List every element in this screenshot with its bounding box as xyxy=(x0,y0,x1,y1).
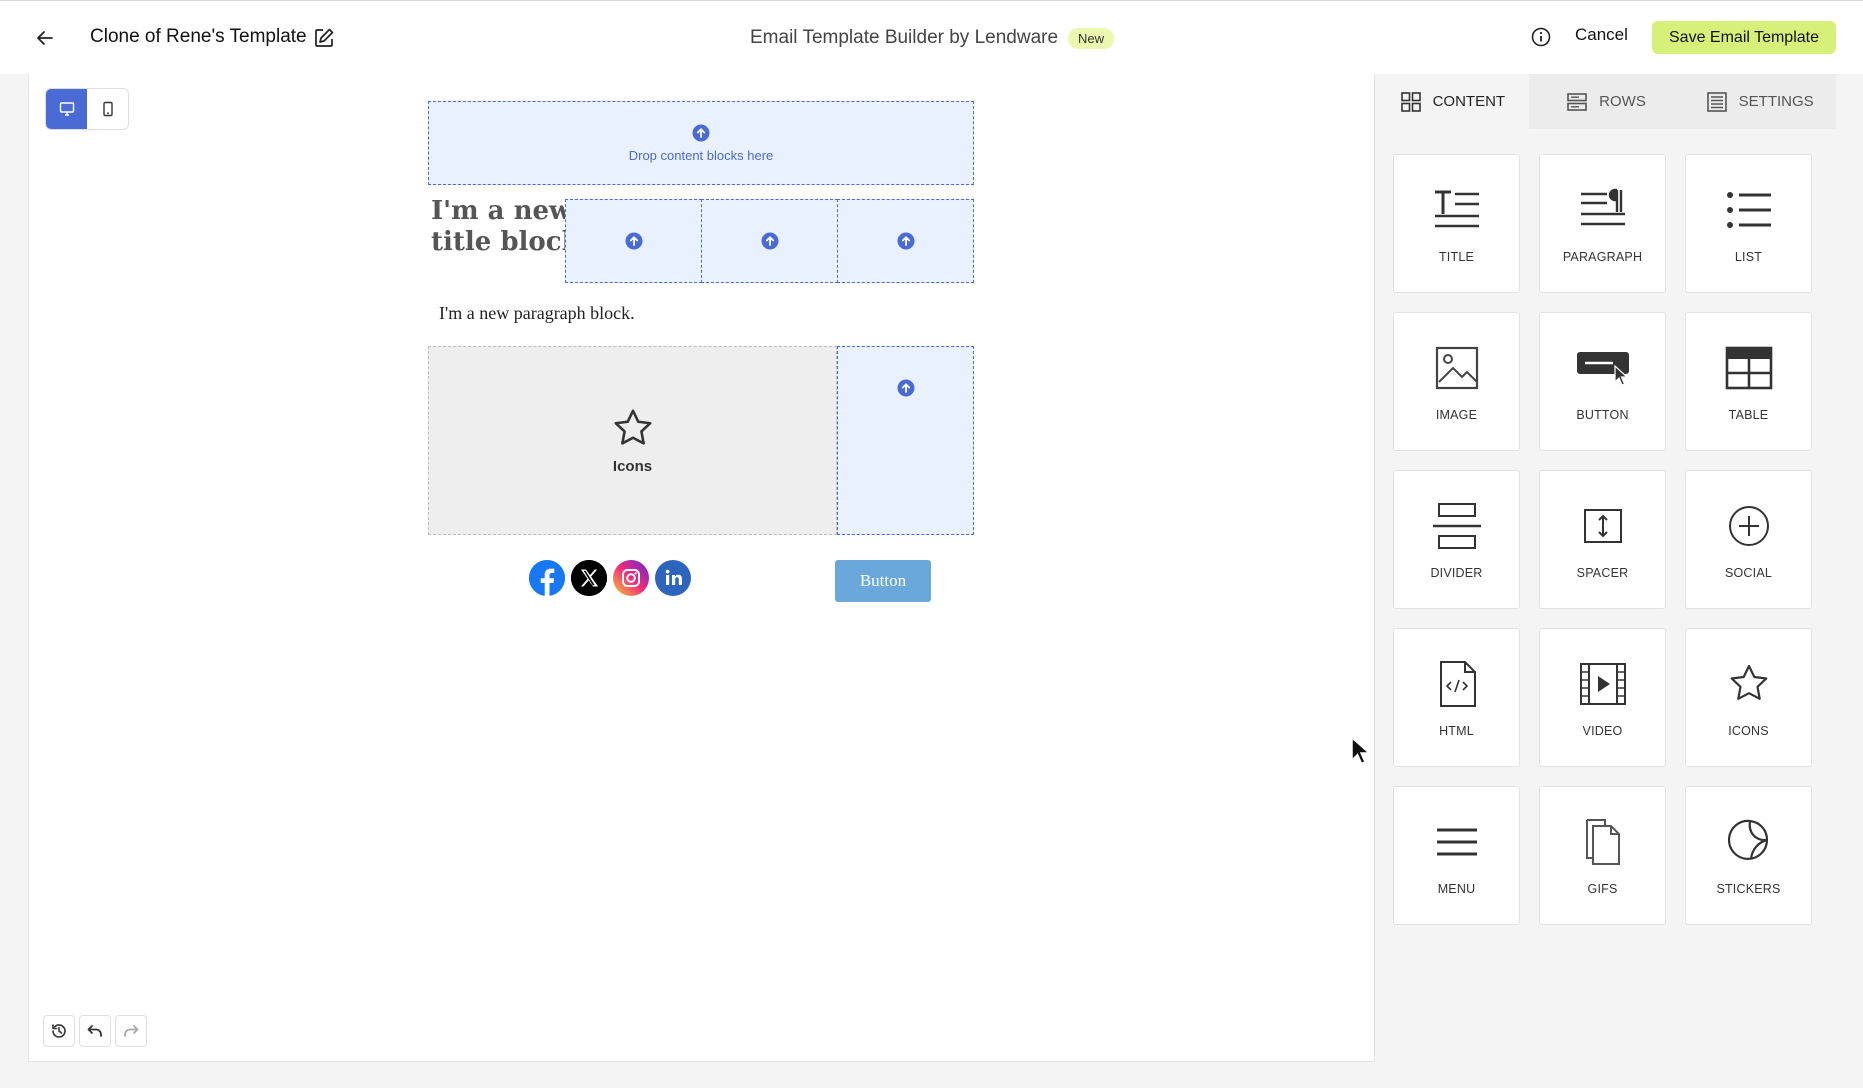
panel-tabs: CONTENT ROWS SETTINGS xyxy=(1375,74,1837,129)
block-title[interactable]: TITLE xyxy=(1393,154,1520,293)
gifs-icon xyxy=(1585,818,1620,865)
history-toolbar xyxy=(43,1015,147,1047)
stickers-icon xyxy=(1727,819,1768,860)
history-button[interactable] xyxy=(43,1015,75,1047)
tab-rows-label: ROWS xyxy=(1599,93,1646,110)
list-icon xyxy=(1726,191,1771,228)
drop-zone-top[interactable]: Drop content blocks here xyxy=(428,101,974,185)
drop-zone-col-1[interactable] xyxy=(565,199,702,283)
facebook-icon[interactable] xyxy=(529,560,565,596)
block-stickers[interactable]: STICKERS xyxy=(1685,786,1812,925)
html-icon xyxy=(1439,660,1476,707)
upload-arrow-icon xyxy=(761,232,778,250)
info-icon[interactable] xyxy=(1530,26,1554,50)
mouse-cursor-icon xyxy=(1350,736,1372,766)
star-icon xyxy=(1730,664,1767,700)
device-toggle xyxy=(45,88,129,130)
editor-canvas[interactable]: Drop content blocks here I'm a new title… xyxy=(28,74,1374,1062)
upload-arrow-icon xyxy=(897,232,914,250)
undo-icon xyxy=(87,1025,102,1037)
tab-content[interactable]: CONTENT xyxy=(1375,74,1529,129)
block-menu[interactable]: MENU xyxy=(1393,786,1520,925)
video-icon xyxy=(1579,662,1626,705)
button-icon xyxy=(1576,351,1629,386)
content-blocks-grid: TITLE PARAGRAPH LIST IMAGE BUTTON TABLE xyxy=(1393,154,1812,925)
linkedin-icon[interactable] xyxy=(655,560,691,596)
mobile-view-button[interactable] xyxy=(87,89,128,129)
desktop-icon xyxy=(59,102,74,116)
instagram-icon[interactable] xyxy=(613,560,649,596)
desktop-view-button[interactable] xyxy=(46,89,87,129)
cancel-button[interactable]: Cancel xyxy=(1575,25,1628,45)
tab-content-label: CONTENT xyxy=(1432,93,1506,110)
block-paragraph[interactable]: PARAGRAPH xyxy=(1539,154,1666,293)
upload-arrow-icon xyxy=(692,124,710,141)
paragraph-icon xyxy=(1580,188,1625,225)
block-html[interactable]: HTML xyxy=(1393,628,1520,767)
block-table[interactable]: TABLE xyxy=(1685,312,1812,451)
drop-zone-col-2[interactable] xyxy=(701,199,838,283)
spacer-icon xyxy=(1583,508,1622,543)
tab-rows[interactable]: ROWS xyxy=(1528,74,1683,129)
save-template-button[interactable]: Save Email Template xyxy=(1652,21,1836,54)
email-cta-button[interactable]: Button xyxy=(835,560,931,602)
tab-settings-label: SETTINGS xyxy=(1738,93,1814,110)
back-arrow-icon[interactable] xyxy=(32,25,58,51)
history-icon xyxy=(52,1024,66,1038)
drop-zone-text: Drop content blocks here xyxy=(628,147,774,163)
rows-icon xyxy=(1567,92,1587,111)
block-divider[interactable]: DIVIDER xyxy=(1393,470,1520,609)
block-video[interactable]: VIDEO xyxy=(1539,628,1666,767)
star-icon xyxy=(613,409,652,445)
redo-button[interactable] xyxy=(115,1015,147,1047)
table-icon xyxy=(1725,346,1772,389)
drop-zone-side[interactable] xyxy=(837,346,974,535)
social-icons-row xyxy=(529,560,691,596)
block-social[interactable]: SOCIAL xyxy=(1685,470,1812,609)
image-icon xyxy=(1435,346,1478,389)
app-title: Email Template Builder by Lendware xyxy=(750,27,1059,48)
divider-icon xyxy=(1432,502,1481,549)
edit-icon[interactable] xyxy=(313,27,335,49)
block-button[interactable]: BUTTON xyxy=(1539,312,1666,451)
blocks-panel: CONTENT ROWS SETTINGS TITLE PARAGRAPH LI… xyxy=(1374,74,1837,1062)
x-icon[interactable] xyxy=(571,560,607,596)
social-icon xyxy=(1728,505,1769,546)
top-bar: Clone of Rene's Template Email Template … xyxy=(0,0,1863,74)
block-icons[interactable]: ICONS xyxy=(1685,628,1812,767)
new-badge: New xyxy=(1068,27,1115,49)
drop-zone-col-3[interactable] xyxy=(837,199,974,283)
block-gifs[interactable]: GIFS xyxy=(1539,786,1666,925)
title-icon xyxy=(1434,190,1479,227)
block-list[interactable]: LIST xyxy=(1685,154,1812,293)
upload-arrow-icon xyxy=(625,232,642,250)
paragraph-block[interactable]: I'm a new paragraph block. xyxy=(439,303,635,324)
block-spacer[interactable]: SPACER xyxy=(1539,470,1666,609)
upload-arrow-icon xyxy=(897,379,914,397)
grid-icon xyxy=(1400,91,1421,112)
icons-block[interactable]: Icons xyxy=(428,346,837,535)
undo-button[interactable] xyxy=(79,1015,111,1047)
template-name: Clone of Rene's Template xyxy=(90,26,307,47)
settings-icon xyxy=(1706,91,1727,112)
menu-icon xyxy=(1436,828,1477,855)
app-title-group: Email Template Builder by Lendware New xyxy=(750,27,1115,49)
block-image[interactable]: IMAGE xyxy=(1393,312,1520,451)
tab-settings[interactable]: SETTINGS xyxy=(1682,74,1837,129)
title-block[interactable]: I'm a new title block xyxy=(431,196,581,258)
mobile-icon xyxy=(102,101,113,117)
icons-label: Icons xyxy=(612,458,653,475)
redo-icon xyxy=(124,1025,139,1037)
